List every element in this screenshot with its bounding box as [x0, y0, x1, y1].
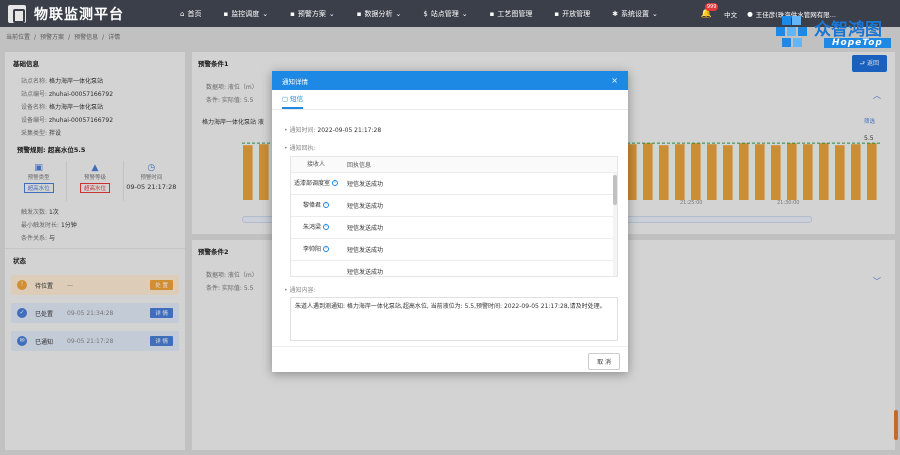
brand-name: 众智鸿图 [814, 20, 882, 40]
nav-label: 数据分析 [364, 9, 393, 18]
table-row: 李帅阳 i 短信发送成功 [291, 239, 617, 261]
brand-square [787, 27, 796, 36]
modal-header: 通知详情 × [272, 71, 628, 90]
info-icon[interactable]: i [332, 180, 338, 186]
col-receipt: 回执信息 [347, 162, 372, 169]
nav-item-3[interactable]: ▪ 数据分析 ⌄ [357, 9, 402, 19]
notification-modal: 通知详情 × ▢ 短信 • 通知时间: 2022-09-05 21:17:28 •… [272, 71, 628, 372]
modal-footer: 取 消 [272, 346, 628, 372]
notification-badge: 999 [704, 2, 719, 11]
nav-item-6[interactable]: ▪ 开放管理 [554, 9, 590, 19]
gear-icon: ✱ [612, 9, 619, 18]
brand-watermark: 众智鸿图 HopeTop [774, 14, 894, 56]
info-icon[interactable]: i [323, 202, 329, 208]
close-icon[interactable]: × [611, 76, 618, 85]
brand-square [798, 27, 807, 36]
chart-icon: ▪ [356, 9, 362, 18]
recipient-name: 朱鸿梁 [302, 223, 321, 231]
info-icon[interactable]: i [323, 246, 329, 252]
table-row: 适漆部调度室 i 短信发送成功 [291, 173, 617, 195]
col-recipient: 接收人 [306, 160, 325, 168]
receipt-cell: 短信发送成功 [347, 225, 384, 232]
top-bar: 物联监测平台 ⌂ 首页 ▪ 监控调度 ⌄ ▪ 预警方案 ⌄ ▪ 数据分析 ⌄ $ 站点管理 ⌄ ▪ 工… [0, 0, 900, 27]
site-icon: $ [423, 9, 428, 18]
app-title: 物联监测平台 [34, 6, 124, 23]
chevron-down-icon: ⌄ [262, 9, 269, 18]
nav-item-7[interactable]: ✱ 系统设置 ⌄ [612, 9, 658, 19]
nav-label: 首页 [187, 9, 202, 18]
modal-tabs: ▢ 短信 [272, 90, 628, 110]
table-row: 黎偉君 i 短信发送成功 [291, 195, 617, 217]
app-logo[interactable]: 物联监测平台 [0, 4, 180, 24]
table-scrollbar[interactable] [613, 173, 617, 276]
brand-square [793, 38, 802, 47]
receipts-label: • 通知回执: [284, 145, 316, 152]
recipient-cell: 适漆部调度室 i [291, 180, 341, 188]
content-label: • 通知内容: [284, 287, 316, 294]
brand-square [776, 27, 785, 36]
content-label-text: 通知内容: [289, 287, 316, 294]
receipt-cell: 短信发送成功 [347, 203, 384, 210]
notify-time-label: 通知时间: [289, 127, 316, 134]
nav-label: 站点管理 [430, 9, 459, 18]
info-icon[interactable]: i [323, 224, 329, 230]
nav-item-1[interactable]: ▪ 监控调度 ⌄ [223, 9, 268, 19]
nav-label: 工艺图管理 [497, 9, 533, 18]
nav-label: 开放管理 [562, 9, 591, 18]
language-select[interactable]: 中文 [724, 9, 737, 19]
receipt-cell: 短信发送成功 [347, 181, 384, 188]
nav-label: 监控调度 [231, 9, 260, 18]
nav-item-4[interactable]: $ 站点管理 ⌄ [423, 9, 467, 19]
monitor-icon: ▪ [223, 9, 229, 18]
recipient-cell: 黎偉君 i [291, 202, 341, 210]
nav-label: 系统设置 [621, 9, 650, 18]
chevron-down-icon: ⌄ [328, 9, 335, 18]
nav-item-2[interactable]: ▪ 预警方案 ⌄ [290, 9, 335, 19]
cancel-button[interactable]: 取 消 [588, 353, 620, 370]
table-row: 朱鸿梁 i 短信发送成功 [291, 217, 617, 239]
open-icon: ▪ [554, 9, 560, 18]
logo-icon [8, 4, 26, 23]
brand-square [782, 38, 791, 47]
user-icon: ● [747, 9, 753, 18]
table-row: 短信发送成功 [291, 261, 617, 276]
table-header: 接收人 回执信息 [291, 157, 617, 173]
warning-icon: ▪ [290, 9, 295, 18]
brand-square [792, 16, 801, 25]
brand-en: HopeTop [824, 38, 891, 48]
tab-sms-label: 短信 [290, 95, 304, 103]
receipts-label-text: 通知回执: [289, 145, 316, 152]
chevron-down-icon: ⌄ [395, 9, 402, 18]
receipts-table: 接收人 回执信息 适漆部调度室 i 短信发送成功 黎偉君 i 短信发送成功 朱鸿梁 i 短信发送… [290, 156, 618, 277]
home-icon: ⌂ [180, 9, 185, 18]
brand-square [782, 16, 791, 25]
chevron-down-icon: ⌄ [652, 9, 658, 18]
notify-time-value: 2022-09-05 21:17:28 [317, 127, 382, 134]
sms-icon: ▢ [282, 95, 289, 103]
side-handle[interactable] [894, 410, 898, 440]
recipient-cell: 李帅阳 i [291, 246, 341, 254]
nav-label: 预警方案 [297, 9, 326, 18]
recipient-name: 适漆部调度室 [293, 179, 330, 187]
notify-content: 朱道人遇到测通知: 格力海岸一体化泵站,超高水位, 当前液位为: 5.5,预警时… [290, 297, 618, 341]
tab-sms[interactable]: ▢ 短信 [282, 93, 304, 109]
recipient-name: 李帅阳 [302, 245, 321, 253]
recipient-name: 黎偉君 [302, 201, 321, 209]
diagram-icon: ▪ [489, 9, 495, 18]
notify-time: • 通知时间: 2022-09-05 21:17:28 [284, 127, 382, 134]
scrollbar-thumb[interactable] [613, 175, 617, 205]
receipt-cell: 短信发送成功 [347, 247, 384, 254]
main-nav: ⌂ 首页 ▪ 监控调度 ⌄ ▪ 预警方案 ⌄ ▪ 数据分析 ⌄ $ 站点管理 ⌄ ▪ 工艺图管理 ▪ 开放… [180, 0, 680, 27]
chevron-down-icon: ⌄ [461, 9, 468, 18]
nav-item-5[interactable]: ▪ 工艺图管理 [490, 9, 533, 19]
recipient-cell: 朱鸿梁 i [291, 224, 341, 232]
bell-icon[interactable]: 🔔 999 [701, 2, 719, 19]
nav-item-0[interactable]: ⌂ 首页 [180, 9, 201, 19]
modal-title: 通知详情 [282, 77, 308, 86]
receipt-cell: 短信发送成功 [347, 269, 384, 276]
